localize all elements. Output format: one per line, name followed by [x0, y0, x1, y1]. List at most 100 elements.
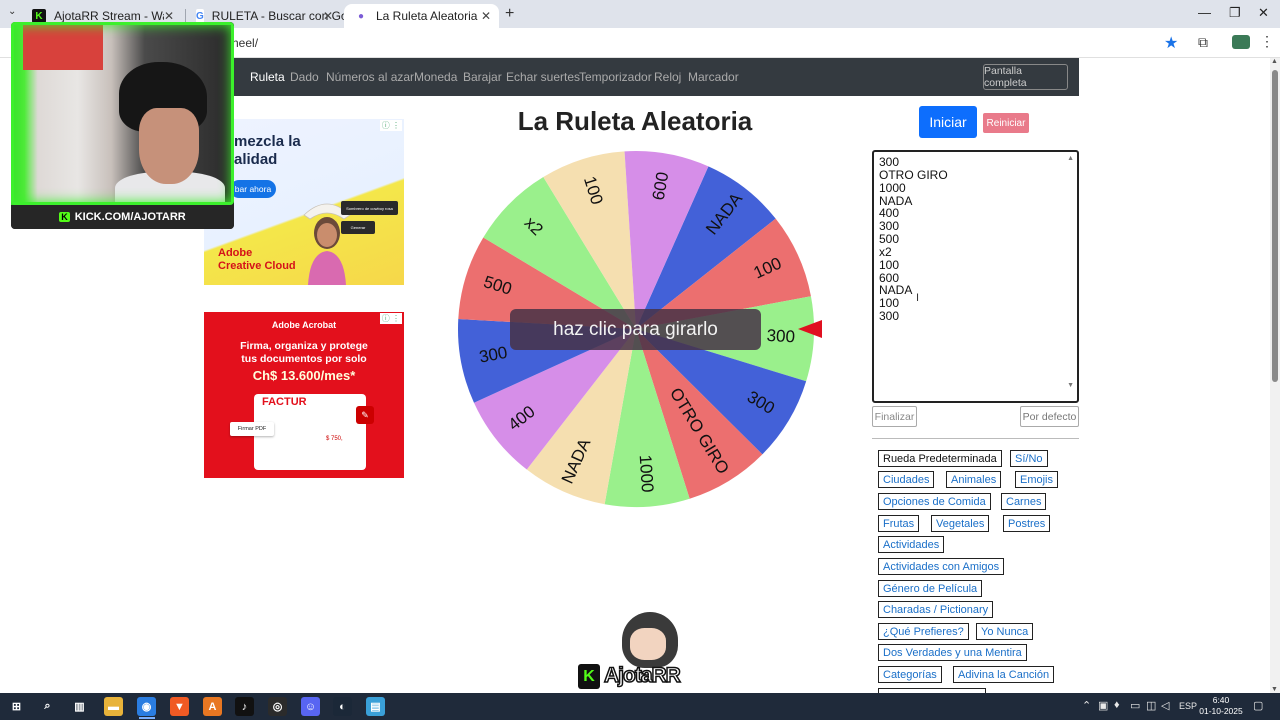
- explorer-icon[interactable]: ▬: [104, 697, 123, 716]
- ad-cta-button[interactable]: bar ahora: [230, 180, 276, 198]
- entries-textarea[interactable]: 300 OTRO GIRO 1000 NADA 400 300 500 x2 100 600 NAD…: [872, 150, 1079, 403]
- system-clock[interactable]: 6:40 01-10-2025: [1198, 695, 1244, 717]
- search-icon[interactable]: ⌕: [38, 697, 57, 716]
- start-button[interactable]: Iniciar: [919, 106, 977, 138]
- tab-title: La Ruleta Aleatoria: [376, 9, 478, 23]
- preset-categorias[interactable]: Categorías: [878, 666, 942, 683]
- preset-yo-nunca[interactable]: Yo Nunca: [976, 623, 1034, 640]
- preset-animales[interactable]: Animales: [946, 471, 1002, 488]
- scroll-down-icon[interactable]: ▼: [1271, 686, 1278, 693]
- ad-price: Ch$ 13.600/mes*: [252, 368, 356, 383]
- windows-taskbar: ⌃ ▣ ♦ ▭ ◫ ◁ ESP 6:40 01-10-2025 ▢ ⊞ ⌕ ▥ ▬ ◉ ▼…: [0, 693, 1280, 720]
- microphone-icon[interactable]: ♦: [1114, 699, 1120, 711]
- preset-que-prefieres[interactable]: ¿Qué Prefieres?: [878, 623, 969, 640]
- language-indicator[interactable]: ESP: [1179, 701, 1197, 711]
- preset-si-no[interactable]: Sí/No: [1010, 450, 1048, 467]
- tab-ruleta-aleatoria[interactable]: ● La Ruleta Aleatoria ✕: [344, 4, 499, 28]
- brave-icon[interactable]: ▼: [170, 697, 189, 716]
- network-icon[interactable]: ◫: [1146, 699, 1156, 712]
- bookmark-star-icon[interactable]: ★: [1164, 33, 1178, 53]
- reset-button[interactable]: Reiniciar: [983, 113, 1029, 133]
- ad-creative-cloud[interactable]: mezcla la alidad bar ahora Sombrero de c…: [204, 119, 404, 285]
- minimize-button[interactable]: —: [1198, 5, 1211, 20]
- preset-charadas[interactable]: Charadas / Pictionary: [878, 601, 994, 618]
- chrome-icon[interactable]: ◉: [137, 697, 156, 716]
- new-tab-button[interactable]: +: [505, 5, 514, 23]
- volume-icon[interactable]: ◁: [1161, 699, 1169, 712]
- preset-ciudades[interactable]: Ciudades: [878, 471, 935, 488]
- nav-reloj[interactable]: Reloj: [654, 70, 681, 84]
- kick-logo-icon: K: [59, 212, 70, 222]
- scrollbar-thumb[interactable]: [1272, 70, 1278, 382]
- fullscreen-button[interactable]: Pantalla completa: [983, 64, 1068, 90]
- browser-menu-icon[interactable]: ⋮: [1260, 33, 1274, 50]
- notifications-icon[interactable]: ▢: [1253, 699, 1263, 712]
- display-icon[interactable]: ▭: [1130, 699, 1140, 712]
- nav-ruleta[interactable]: Ruleta: [250, 70, 285, 84]
- window-close-button[interactable]: ✕: [1258, 5, 1269, 21]
- tiktok-icon[interactable]: ♪: [235, 697, 254, 716]
- profile-avatar[interactable]: [1232, 35, 1250, 49]
- nav-numeros[interactable]: Números al azar: [326, 70, 414, 84]
- preset-emojis[interactable]: Emojis: [1015, 471, 1059, 488]
- nav-moneda[interactable]: Moneda: [414, 70, 457, 84]
- preset-adivina-cancion[interactable]: Adivina la Canción: [953, 666, 1055, 683]
- tab-search-icon[interactable]: ⌄: [8, 6, 16, 17]
- preset-actividades[interactable]: Actividades: [878, 536, 945, 553]
- scroll-up-icon[interactable]: ▲: [1271, 58, 1278, 65]
- preset-carnes[interactable]: Carnes: [1001, 493, 1047, 510]
- obs-icon[interactable]: ◎: [268, 697, 287, 716]
- ad-choices-icon[interactable]: ⓘ ⋮: [379, 313, 402, 324]
- scroll-down-icon[interactable]: ▼: [1067, 380, 1074, 393]
- ad-headline: mezcla la alidad: [234, 133, 301, 169]
- preset-opciones-comida[interactable]: Opciones de Comida: [878, 493, 991, 510]
- tray-overflow-icon[interactable]: ⌃: [1082, 699, 1091, 712]
- nav-dado[interactable]: Dado: [290, 70, 319, 84]
- spin-prompt[interactable]: haz clic para girarlo: [510, 309, 761, 350]
- entry-line: 100: [879, 296, 900, 311]
- kick-url: KICK.COM/AJOTARR: [74, 211, 186, 223]
- preset-actividades-amigos[interactable]: Actividades con Amigos: [878, 558, 1005, 575]
- nav-temporizador[interactable]: Temporizador: [579, 70, 652, 84]
- steam-icon[interactable]: ◐: [333, 697, 352, 716]
- discord-icon[interactable]: ☺: [301, 697, 320, 716]
- preset-vegetales[interactable]: Vegetales: [931, 515, 990, 532]
- close-icon[interactable]: ✕: [164, 9, 174, 23]
- taskview-icon[interactable]: ▥: [70, 697, 89, 716]
- nav-marcador[interactable]: Marcador: [688, 70, 739, 84]
- url-input[interactable]: heel/: [232, 36, 258, 50]
- app-a-icon[interactable]: A: [203, 697, 222, 716]
- preset-frutas[interactable]: Frutas: [878, 515, 920, 532]
- preset-genero-pelicula[interactable]: Género de Película: [878, 580, 983, 597]
- app-b-icon[interactable]: ▤: [366, 697, 385, 716]
- restore-button[interactable]: ❐: [1229, 5, 1241, 21]
- entry-line: OTRO GIRO: [879, 167, 948, 182]
- extensions-icon[interactable]: ⧉: [1198, 34, 1208, 51]
- ad-acrobat[interactable]: Adobe Acrobat Firma, organiza y protege …: [204, 312, 404, 478]
- streamer-avatar-face: [630, 628, 666, 660]
- clock-time: 6:40: [1212, 695, 1230, 705]
- finish-button[interactable]: Finalizar: [872, 406, 917, 427]
- close-icon[interactable]: ✕: [481, 9, 491, 23]
- ad-sign-pdf-chip: Firmar PDF: [230, 422, 274, 436]
- ad-choices-icon[interactable]: ⓘ ⋮: [379, 120, 402, 131]
- preset-postres[interactable]: Postres: [1003, 515, 1051, 532]
- wheel-segment-label: 300: [766, 326, 795, 347]
- ad-brand-line: Adobe: [218, 247, 253, 259]
- entry-line: 100: [879, 257, 900, 272]
- page-scrollbar[interactable]: ▲ ▼: [1270, 58, 1280, 693]
- nav-echar-suertes[interactable]: Echar suertes: [506, 70, 580, 84]
- tray-app-icon[interactable]: ▣: [1098, 699, 1108, 712]
- close-icon[interactable]: ✕: [323, 9, 333, 23]
- preset-dos-verdades[interactable]: Dos Verdades y una Mentira: [878, 644, 1027, 661]
- preset-rueda-predeterminada[interactable]: Rueda Predeterminada: [878, 450, 1002, 467]
- scroll-up-icon[interactable]: ▲: [1067, 153, 1074, 166]
- kick-banner: K KICK.COM/AJOTARR: [11, 205, 234, 229]
- entry-line: 400: [879, 206, 900, 221]
- entry-line: 300: [879, 219, 900, 234]
- nav-barajar[interactable]: Barajar: [463, 70, 502, 84]
- wheel-favicon-icon: ●: [354, 9, 368, 23]
- windows-icon[interactable]: ⊞: [7, 697, 26, 716]
- default-button[interactable]: Por defecto: [1020, 406, 1079, 427]
- entry-line: x2: [879, 244, 892, 259]
